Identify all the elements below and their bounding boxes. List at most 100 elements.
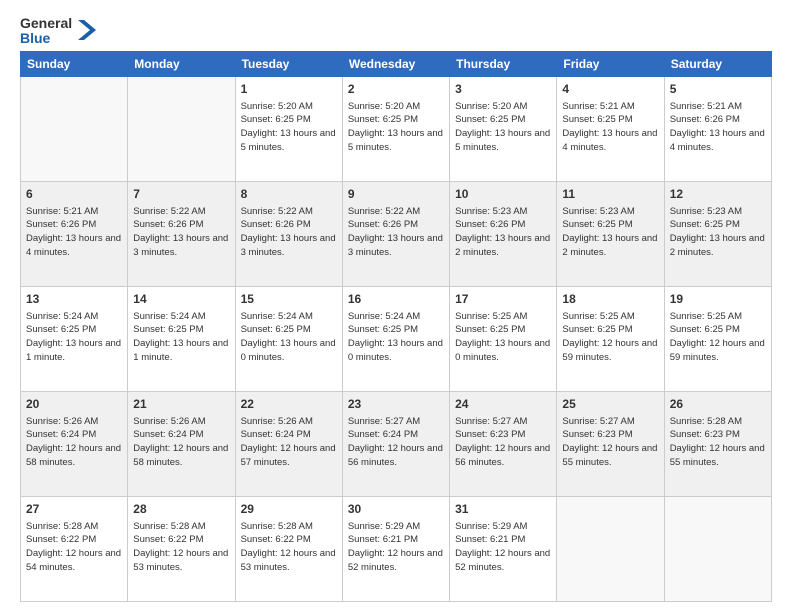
calendar-header-row: Sunday Monday Tuesday Wednesday Thursday… [21,51,772,76]
calendar-cell: 10Sunrise: 5:23 AMSunset: 6:26 PMDayligh… [450,181,557,286]
day-info: Sunrise: 5:24 AMSunset: 6:25 PMDaylight:… [26,310,122,365]
day-info: Sunrise: 5:23 AMSunset: 6:25 PMDaylight:… [562,205,658,260]
calendar-cell: 12 Sunrise: 5:23 AMSunset: 6:25 PMDayligh… [664,181,771,286]
day-info: Sunrise: 5:27 AMSunset: 6:23 PMDaylight:… [455,415,551,470]
day-info: Sunrise: 5:24 AMSunset: 6:25 PMDaylight:… [241,310,337,365]
day-number: 6 [26,186,122,203]
calendar-week-2: 6Sunrise: 5:21 AMSunset: 6:26 PMDaylight… [21,181,772,286]
calendar-cell: 23 Sunrise: 5:27 AMSunset: 6:24 PMDayligh… [342,391,449,496]
calendar-cell [128,76,235,181]
day-number: 5 [670,81,766,98]
day-info: Sunrise: 5:28 AMSunset: 6:22 PMDaylight:… [26,520,122,575]
day-number: 20 [26,396,122,413]
calendar-cell: 7 Sunrise: 5:22 AMSunset: 6:26 PMDaylight… [128,181,235,286]
day-info: Sunrise: 5:27 AMSunset: 6:23 PMDaylight:… [562,415,658,470]
day-info: Sunrise: 5:22 AMSunset: 6:26 PMDaylight:… [241,205,337,260]
col-friday: Friday [557,51,664,76]
calendar-cell: 2 Sunrise: 5:20 AMSunset: 6:25 PMDaylight… [342,76,449,181]
calendar-cell: 19 Sunrise: 5:25 AMSunset: 6:25 PMDayligh… [664,286,771,391]
day-info: Sunrise: 5:26 AMSunset: 6:24 PMDaylight:… [133,415,229,470]
col-tuesday: Tuesday [235,51,342,76]
calendar-cell: 30 Sunrise: 5:29 AMSunset: 6:21 PMDayligh… [342,496,449,601]
page: General Blue Sunday Monday Tuesday Wedne… [0,0,792,612]
day-number: 7 [133,186,229,203]
calendar-cell: 3 Sunrise: 5:20 AMSunset: 6:25 PMDaylight… [450,76,557,181]
calendar-cell: 24 Sunrise: 5:27 AMSunset: 6:23 PMDayligh… [450,391,557,496]
calendar-cell: 21 Sunrise: 5:26 AMSunset: 6:24 PMDayligh… [128,391,235,496]
day-info: Sunrise: 5:27 AMSunset: 6:24 PMDaylight:… [348,415,444,470]
day-info: Sunrise: 5:25 AMSunset: 6:25 PMDaylight:… [670,310,766,365]
day-info: Sunrise: 5:25 AMSunset: 6:25 PMDaylight:… [562,310,658,365]
col-sunday: Sunday [21,51,128,76]
day-number: 9 [348,186,444,203]
day-info: Sunrise: 5:20 AMSunset: 6:25 PMDaylight:… [241,100,337,155]
calendar-cell: 8Sunrise: 5:22 AMSunset: 6:26 PMDaylight… [235,181,342,286]
day-number: 22 [241,396,337,413]
day-number: 13 [26,291,122,308]
calendar-cell: 17Sunrise: 5:25 AMSunset: 6:25 PMDayligh… [450,286,557,391]
day-info: Sunrise: 5:26 AMSunset: 6:24 PMDaylight:… [26,415,122,470]
day-number: 18 [562,291,658,308]
day-number: 21 [133,396,229,413]
day-info: Sunrise: 5:20 AMSunset: 6:25 PMDaylight:… [348,100,444,155]
calendar-cell: 9Sunrise: 5:22 AMSunset: 6:26 PMDaylight… [342,181,449,286]
header: General Blue [20,16,772,47]
calendar-week-4: 20 Sunrise: 5:26 AMSunset: 6:24 PMDayligh… [21,391,772,496]
calendar-cell [664,496,771,601]
calendar-cell: 6Sunrise: 5:21 AMSunset: 6:26 PMDaylight… [21,181,128,286]
calendar-cell: 29Sunrise: 5:28 AMSunset: 6:22 PMDayligh… [235,496,342,601]
day-info: Sunrise: 5:26 AMSunset: 6:24 PMDaylight:… [241,415,337,470]
day-info: Sunrise: 5:23 AMSunset: 6:25 PMDaylight:… [670,205,766,260]
calendar-cell: 16 Sunrise: 5:24 AMSunset: 6:25 PMDayligh… [342,286,449,391]
calendar-cell [21,76,128,181]
day-number: 3 [455,81,551,98]
day-number: 11 [562,186,658,203]
logo: General Blue [20,16,96,47]
day-number: 30 [348,501,444,518]
calendar-cell: 1 Sunrise: 5:20 AMSunset: 6:25 PMDaylight… [235,76,342,181]
calendar-cell: 25 Sunrise: 5:27 AMSunset: 6:23 PMDayligh… [557,391,664,496]
calendar-table: Sunday Monday Tuesday Wednesday Thursday… [20,51,772,602]
col-wednesday: Wednesday [342,51,449,76]
day-info: Sunrise: 5:29 AMSunset: 6:21 PMDaylight:… [348,520,444,575]
calendar-cell: 15 Sunrise: 5:24 AMSunset: 6:25 PMDayligh… [235,286,342,391]
day-number: 14 [133,291,229,308]
calendar-week-3: 13 Sunrise: 5:24 AMSunset: 6:25 PMDayligh… [21,286,772,391]
day-info: Sunrise: 5:29 AMSunset: 6:21 PMDaylight:… [455,520,551,575]
day-number: 2 [348,81,444,98]
calendar-cell: 11 Sunrise: 5:23 AMSunset: 6:25 PMDayligh… [557,181,664,286]
day-number: 23 [348,396,444,413]
day-number: 26 [670,396,766,413]
day-number: 1 [241,81,337,98]
calendar-cell: 28Sunrise: 5:28 AMSunset: 6:22 PMDayligh… [128,496,235,601]
day-info: Sunrise: 5:20 AMSunset: 6:25 PMDaylight:… [455,100,551,155]
calendar-week-5: 27 Sunrise: 5:28 AMSunset: 6:22 PMDayligh… [21,496,772,601]
day-number: 4 [562,81,658,98]
day-info: Sunrise: 5:28 AMSunset: 6:22 PMDaylight:… [241,520,337,575]
col-monday: Monday [128,51,235,76]
calendar-cell: 14 Sunrise: 5:24 AMSunset: 6:25 PMDayligh… [128,286,235,391]
col-thursday: Thursday [450,51,557,76]
day-info: Sunrise: 5:22 AMSunset: 6:26 PMDaylight:… [133,205,229,260]
calendar-cell: 31Sunrise: 5:29 AMSunset: 6:21 PMDayligh… [450,496,557,601]
day-number: 19 [670,291,766,308]
day-info: Sunrise: 5:21 AMSunset: 6:26 PMDaylight:… [670,100,766,155]
col-saturday: Saturday [664,51,771,76]
day-info: Sunrise: 5:24 AMSunset: 6:25 PMDaylight:… [133,310,229,365]
day-number: 15 [241,291,337,308]
calendar-cell: 13 Sunrise: 5:24 AMSunset: 6:25 PMDayligh… [21,286,128,391]
day-info: Sunrise: 5:28 AMSunset: 6:22 PMDaylight:… [133,520,229,575]
calendar-cell [557,496,664,601]
day-number: 25 [562,396,658,413]
day-number: 27 [26,501,122,518]
calendar-cell: 26Sunrise: 5:28 AMSunset: 6:23 PMDayligh… [664,391,771,496]
calendar-week-1: 1 Sunrise: 5:20 AMSunset: 6:25 PMDaylight… [21,76,772,181]
calendar-cell: 5 Sunrise: 5:21 AMSunset: 6:26 PMDaylight… [664,76,771,181]
day-info: Sunrise: 5:24 AMSunset: 6:25 PMDaylight:… [348,310,444,365]
day-number: 24 [455,396,551,413]
day-number: 16 [348,291,444,308]
calendar-cell: 20 Sunrise: 5:26 AMSunset: 6:24 PMDayligh… [21,391,128,496]
day-info: Sunrise: 5:25 AMSunset: 6:25 PMDaylight:… [455,310,551,365]
day-number: 12 [670,186,766,203]
calendar-cell: 27 Sunrise: 5:28 AMSunset: 6:22 PMDayligh… [21,496,128,601]
